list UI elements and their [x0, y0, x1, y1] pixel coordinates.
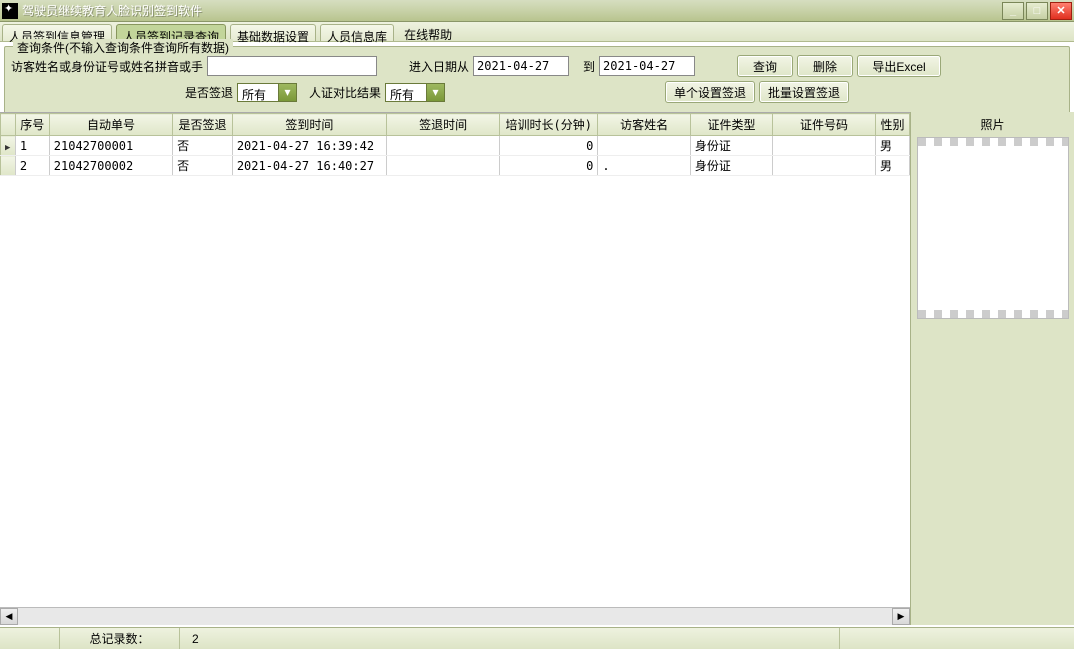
date-to-input[interactable] — [599, 56, 695, 76]
window-title: 驾驶员继续教育人脸识别签到软件 — [22, 2, 1002, 19]
date-from-label: 进入日期从 — [409, 58, 469, 75]
photo-box — [917, 137, 1069, 319]
photo-label: 照片 — [980, 116, 1004, 133]
column-header[interactable]: 培训时长(分钟) — [500, 114, 598, 136]
horizontal-scrollbar[interactable]: ◀ ▶ — [0, 607, 910, 625]
name-label: 访客姓名或身份证号或姓名拼音或手 — [11, 58, 203, 75]
scroll-left-icon[interactable]: ◀ — [0, 608, 18, 625]
single-signout-button[interactable]: 单个设置签退 — [665, 81, 755, 103]
menu-item-help[interactable]: 在线帮助 — [396, 22, 460, 41]
photo-panel: 照片 — [910, 112, 1074, 625]
table-row[interactable]: 221042700002否2021-04-27 16:40:270.身份证男 — [1, 156, 910, 176]
minimize-button[interactable]: _ — [1002, 2, 1024, 20]
scroll-right-icon[interactable]: ▶ — [892, 608, 910, 625]
close-button[interactable]: ✕ — [1050, 2, 1072, 20]
chevron-down-icon: ▾ — [426, 84, 444, 101]
delete-button[interactable]: 删除 — [797, 55, 853, 77]
signout-label: 是否签退 — [185, 84, 233, 101]
column-header[interactable]: 序号 — [15, 114, 49, 136]
column-header[interactable]: 性别 — [875, 114, 909, 136]
table-row[interactable]: 121042700001否2021-04-27 16:39:420身份证男 — [1, 136, 910, 156]
query-panel: 查询条件(不输入查询条件查询所有数据) 访客姓名或身份证号或姓名拼音或手 进入日… — [4, 46, 1070, 114]
menu-item-person-db[interactable]: 人员信息库 — [320, 24, 394, 41]
export-excel-button[interactable]: 导出Excel — [857, 55, 941, 77]
statusbar: 总记录数： 2 — [0, 627, 1074, 649]
titlebar: 驾驶员继续教育人脸识别签到软件 _ □ ✕ — [0, 0, 1074, 22]
name-input[interactable] — [207, 56, 377, 76]
total-label: 总记录数： — [60, 628, 180, 649]
face-label: 人证对比结果 — [309, 84, 381, 101]
menu-item-base-data[interactable]: 基础数据设置 — [230, 24, 316, 41]
batch-signout-button[interactable]: 批量设置签退 — [759, 81, 849, 103]
query-legend: 查询条件(不输入查询条件查询所有数据) — [13, 39, 233, 56]
maximize-button[interactable]: □ — [1026, 2, 1048, 20]
date-from-input[interactable] — [473, 56, 569, 76]
column-header[interactable]: 证件类型 — [690, 114, 772, 136]
face-combo[interactable]: 所有 ▾ — [385, 83, 445, 102]
column-header[interactable]: 签退时间 — [387, 114, 500, 136]
app-icon — [2, 3, 18, 19]
column-header[interactable]: 证件号码 — [773, 114, 876, 136]
signout-combo[interactable]: 所有 ▾ — [237, 83, 297, 102]
column-header[interactable]: 是否签退 — [173, 114, 233, 136]
search-button[interactable]: 查询 — [737, 55, 793, 77]
chevron-down-icon: ▾ — [278, 84, 296, 101]
column-header[interactable]: 自动单号 — [49, 114, 172, 136]
column-header[interactable]: 签到时间 — [232, 114, 386, 136]
total-value: 2 — [180, 628, 840, 649]
date-to-label: 到 — [583, 58, 595, 75]
data-grid[interactable]: 序号自动单号是否签退签到时间签退时间培训时长(分钟)访客姓名证件类型证件号码性别… — [0, 112, 910, 625]
column-header[interactable]: 访客姓名 — [598, 114, 691, 136]
